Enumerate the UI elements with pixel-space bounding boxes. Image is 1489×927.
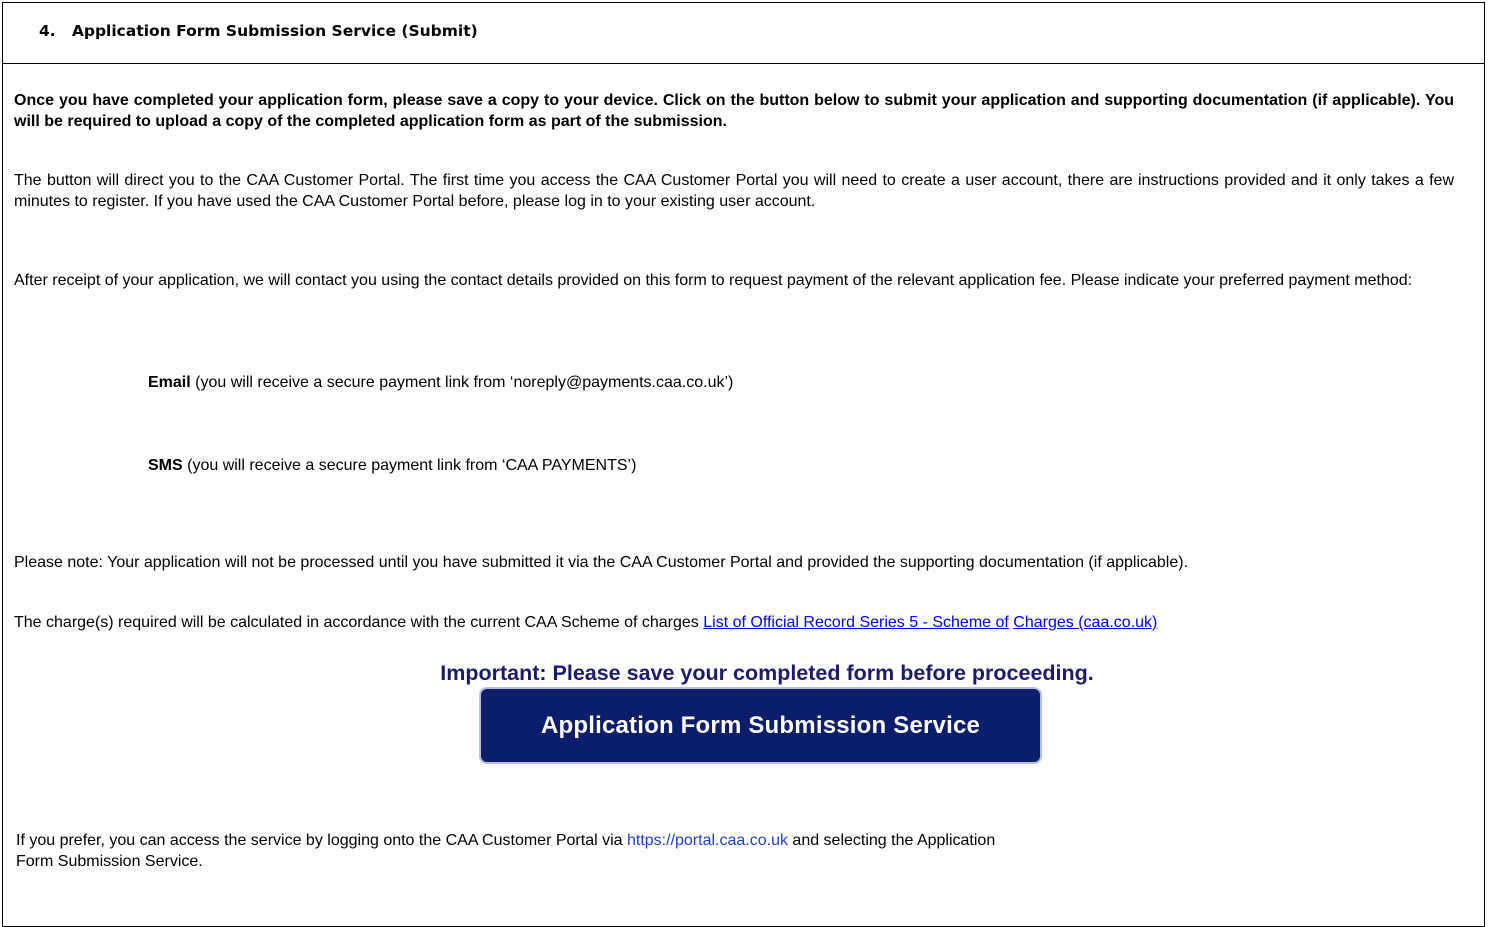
charges-paragraph: The charge(s) required will be calculate… bbox=[14, 612, 1404, 633]
payment-option-sms: SMS (you will receive a secure payment l… bbox=[148, 455, 636, 476]
scheme-of-charges-link[interactable]: List of Official Record Series 5 - Schem… bbox=[703, 614, 1009, 631]
portal-url-link[interactable]: https://portal.caa.co.uk bbox=[627, 832, 788, 849]
charges-caa-link[interactable]: Charges (caa.co.uk) bbox=[1013, 614, 1157, 631]
payment-info: After receipt of your application, we wi… bbox=[14, 272, 1413, 289]
section-header: 4. Application Form Submission Service (… bbox=[3, 3, 1484, 64]
portal-info: The button will direct you to the CAA Cu… bbox=[14, 172, 1454, 210]
charges-text: The charge(s) required will be calculate… bbox=[14, 614, 704, 631]
section-title: 4. Application Form Submission Service (… bbox=[39, 22, 478, 40]
alt-access-paragraph: If you prefer, you can access the servic… bbox=[16, 830, 1456, 872]
application-form-submission-button[interactable]: Application Form Submission Service bbox=[479, 687, 1042, 764]
intro-instructions: Once you have completed your application… bbox=[14, 92, 1454, 130]
payment-option-email-detail: (you will receive a secure payment link … bbox=[190, 374, 734, 391]
alt-access-text-after: and selecting the Application bbox=[787, 832, 996, 849]
payment-option-email: Email (you will receive a secure payment… bbox=[148, 372, 733, 393]
alt-access-text-line2: Form Submission Service. bbox=[16, 853, 203, 870]
important-notice: Important: Please save your completed fo… bbox=[440, 661, 1094, 685]
payment-option-sms-detail: (you will receive a secure payment link … bbox=[182, 457, 637, 474]
payment-option-email-label: Email bbox=[148, 374, 191, 391]
alt-access-text: If you prefer, you can access the servic… bbox=[16, 832, 627, 849]
processing-note: Please note: Your application will not b… bbox=[14, 554, 1189, 571]
payment-option-sms-label: SMS bbox=[148, 457, 183, 474]
